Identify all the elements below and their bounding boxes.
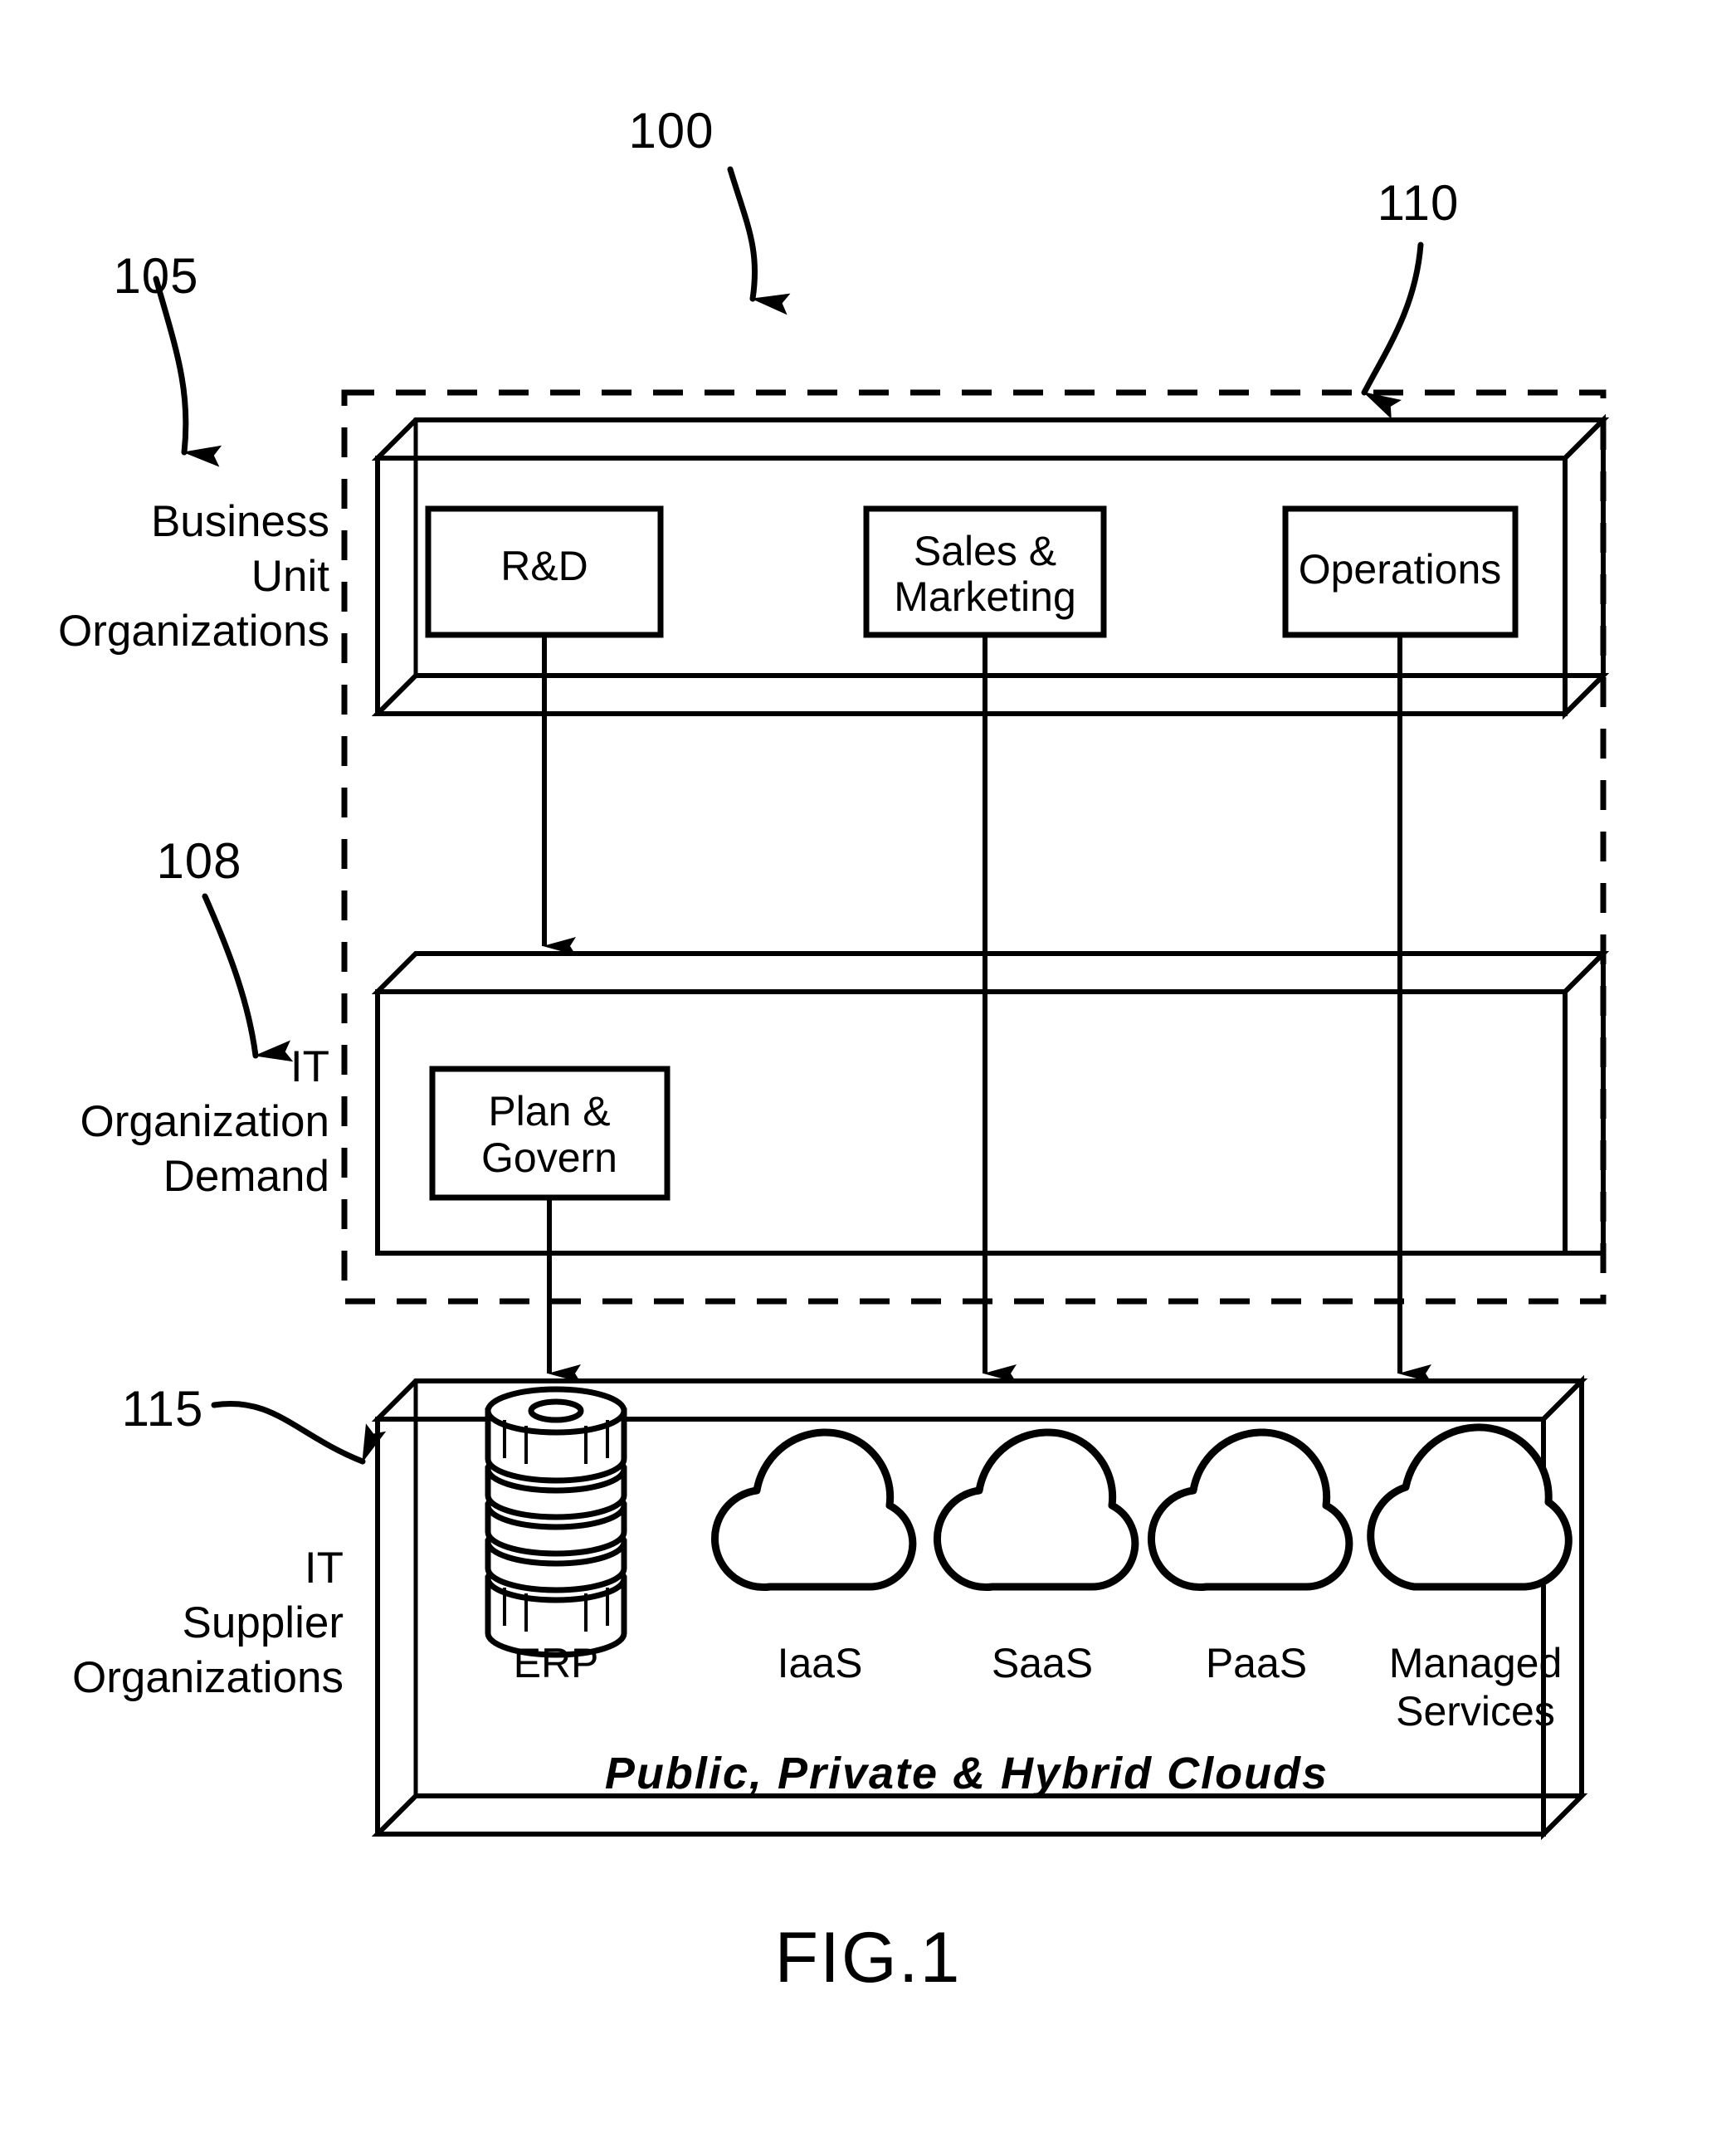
node-operations[interactable]: Operations [1282, 505, 1519, 638]
node-plan-govern-label: Govern [481, 1134, 617, 1181]
database-cylinder-icon [485, 1386, 627, 1658]
service-managed-services[interactable]: Managed Services [1367, 1423, 1573, 1734]
service-managed-services-label: Services [1396, 1688, 1555, 1734]
tier-label-it-supplier: IT Supplier Organizations [72, 1544, 344, 1702]
leader-line-115 [211, 1401, 387, 1465]
leader-line-110 [1361, 242, 1424, 420]
tier-label-line: IT [305, 1544, 344, 1593]
node-sales-marketing-label: Sales & [914, 528, 1056, 574]
service-iaas[interactable]: IaaS [710, 1428, 917, 1686]
clouds-caption: Public, Private & Hybrid Clouds [605, 1749, 1329, 1798]
node-sales-marketing[interactable]: Sales & Marketing [863, 505, 1107, 638]
service-paas-label: PaaS [1206, 1640, 1307, 1686]
node-operations-label: Operations [1299, 546, 1502, 593]
tier-label-line: Unit [251, 552, 330, 601]
service-managed-services-label: Managed [1389, 1640, 1563, 1686]
leader-line-100 [727, 166, 791, 315]
ref-numeral-108: 108 [156, 833, 241, 889]
ref-numeral-100: 100 [628, 103, 714, 159]
figure-caption: FIG.1 [774, 1918, 961, 1998]
service-iaas-label: IaaS [778, 1640, 863, 1686]
node-plan-govern[interactable]: Plan & Govern [429, 1066, 671, 1201]
tier-label-business-unit: Business Unit Organizations [58, 497, 329, 656]
service-paas[interactable]: PaaS [1147, 1428, 1353, 1686]
patent-figure-page: 100 105 110 108 115 Business Unit Organi… [0, 0, 1736, 2137]
service-saas[interactable]: SaaS [933, 1428, 1139, 1686]
service-erp-label: ERP [514, 1640, 599, 1686]
cloud-icon [933, 1428, 1139, 1592]
cloud-icon [710, 1428, 917, 1592]
tier-label-it-organization: IT Organization Demand [80, 1042, 329, 1201]
cloud-icon [1147, 1428, 1353, 1592]
tier-label-line: Organizations [58, 607, 329, 656]
ref-numeral-110: 110 [1378, 175, 1460, 231]
tier-label-line: IT [290, 1042, 329, 1091]
leader-line-105 [153, 276, 222, 467]
ref-numeral-115: 115 [122, 1381, 204, 1437]
service-saas-label: SaaS [992, 1640, 1093, 1686]
node-rnd-label: R&D [500, 543, 588, 589]
cloud-icon [1367, 1423, 1573, 1591]
leader-line-108 [202, 893, 294, 1062]
tier-label-line: Supplier [183, 1598, 344, 1647]
tier-label-line: Organizations [72, 1653, 344, 1702]
figure-canvas: 100 105 110 108 115 Business Unit Organi… [58, 103, 1610, 1998]
node-sales-marketing-label: Marketing [894, 573, 1076, 620]
node-plan-govern-label: Plan & [488, 1088, 610, 1134]
tier-label-line: Business [151, 497, 329, 546]
service-erp[interactable]: ERP [485, 1386, 627, 1686]
tier-label-line: Demand [163, 1152, 329, 1201]
ref-numeral-105: 105 [113, 248, 198, 304]
node-rnd[interactable]: R&D [425, 505, 664, 638]
tier-label-line: Organization [80, 1097, 329, 1146]
